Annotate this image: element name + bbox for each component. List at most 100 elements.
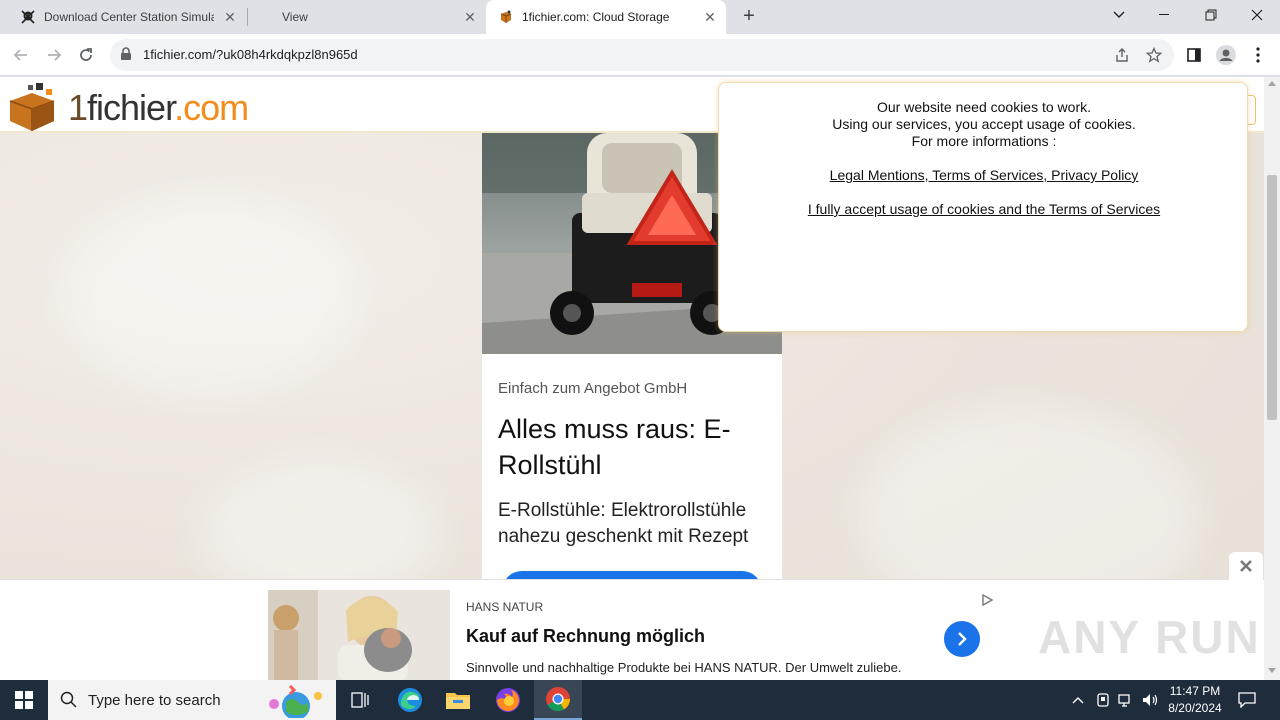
tray-app-button[interactable]: [1093, 690, 1113, 710]
clock-time: 11:47 PM: [1169, 684, 1221, 698]
close-icon[interactable]: ✕: [702, 9, 718, 25]
kebab-menu-icon: [1256, 47, 1260, 63]
chevron-up-icon: [1072, 697, 1084, 704]
search-placeholder: Type here to search: [88, 692, 221, 709]
close-icon: [1240, 560, 1252, 572]
accept-cookies-link[interactable]: I fully accept usage of cookies and the …: [808, 201, 1160, 217]
network-button[interactable]: [1116, 690, 1136, 710]
task-view-button[interactable]: [336, 680, 384, 720]
adchoices-icon: [982, 593, 994, 607]
minimize-button[interactable]: [1142, 0, 1188, 30]
back-button[interactable]: [8, 42, 34, 68]
cookie-text-line: Using our services, you accept usage of …: [832, 116, 1136, 132]
tab-search-button[interactable]: [1096, 0, 1142, 30]
taskbar-firefox[interactable]: [484, 680, 532, 720]
chevron-down-icon: [1113, 11, 1125, 18]
skull-crossbones-icon: [21, 10, 35, 24]
restore-icon: [1205, 9, 1217, 21]
windows-logo-icon: [15, 691, 33, 709]
taskbar-file-explorer[interactable]: [434, 680, 482, 720]
page-viewport: 1fichier.com Einfach zum Angebot GmbH Al…: [0, 77, 1264, 680]
notifications-button[interactable]: [1237, 690, 1257, 710]
ad-open-button[interactable]: [944, 621, 980, 657]
volume-button[interactable]: [1140, 690, 1160, 710]
adchoices-button[interactable]: [980, 593, 994, 612]
ad-description: Sinnvolle und nachhaltige Produkte bei H…: [466, 660, 902, 675]
forward-button[interactable]: [41, 42, 67, 68]
background-cloud: [60, 197, 360, 397]
side-panel-icon: [1187, 48, 1201, 62]
profile-button[interactable]: [1214, 43, 1238, 67]
browser-toolbar: 1fichier.com/?uk08h4rkdqkpzl8n965d: [0, 34, 1280, 76]
1fichier-favicon: [500, 10, 512, 23]
chrome-icon: [546, 687, 570, 712]
ad-headline[interactable]: Kauf auf Rechnung möglich: [466, 626, 705, 647]
reload-icon: [80, 48, 92, 61]
tab-title: Download Center Station Simula: [44, 10, 214, 24]
tab-1fichier[interactable]: 1fichier.com: Cloud Storage ✕: [486, 0, 726, 34]
tab-title: View: [282, 10, 308, 24]
edge-icon: [398, 688, 422, 712]
tab-title: 1fichier.com: Cloud Storage: [522, 10, 670, 24]
folder-icon: [446, 693, 470, 709]
minimize-icon: [1159, 14, 1169, 15]
scroll-up-arrow[interactable]: [1268, 81, 1276, 86]
bookmark-button[interactable]: [1145, 46, 1163, 64]
task-view-icon: [351, 692, 369, 708]
volume-icon: [1143, 694, 1158, 706]
address-bar[interactable]: 1fichier.com/?uk08h4rkdqkpzl8n965d: [110, 39, 1174, 71]
ad-advertiser: Einfach zum Angebot GmbH: [498, 380, 688, 397]
ad-advertiser: HANS NATUR: [466, 600, 544, 614]
chevron-right-icon: [958, 632, 967, 646]
arrow-left-icon: [13, 49, 27, 61]
side-panel-button[interactable]: [1182, 43, 1206, 67]
avatar-icon: [1216, 45, 1236, 65]
url-text: 1fichier.com/?uk08h4rkdqkpzl8n965d: [143, 47, 358, 62]
anyrun-watermark: ANY RUN: [1038, 611, 1261, 663]
taskbar-search-box[interactable]: Type here to search: [48, 680, 336, 720]
box-logo-icon: [9, 83, 55, 131]
tab-download-center[interactable]: Download Center Station Simula ✕: [8, 0, 246, 34]
ad-headline[interactable]: Alles muss raus: E-Rollstühl: [498, 411, 768, 483]
cookie-text-line: For more informations :: [911, 133, 1057, 149]
restore-button[interactable]: [1188, 0, 1234, 30]
firefox-icon: [496, 688, 520, 712]
ad-image-mother-baby[interactable]: [268, 590, 450, 680]
tab-strip: Download Center Station Simula ✕ View ✕ …: [0, 0, 1280, 34]
show-hidden-icons-button[interactable]: [1068, 690, 1088, 710]
close-window-button[interactable]: [1234, 0, 1280, 30]
search-icon: [60, 691, 77, 708]
ad-body-text: E-Rollstühle: Elektrorollstühle nahezu g…: [498, 500, 749, 547]
star-icon: [1146, 47, 1162, 63]
tab-view[interactable]: View ✕: [248, 0, 486, 34]
tray-app-icon: [1097, 693, 1109, 707]
bottom-anchor-ad[interactable]: HANS NATUR Kauf auf Rechnung möglich Sin…: [0, 552, 1264, 680]
legal-mentions-link[interactable]: Legal Mentions, Terms of Services, Priva…: [830, 167, 1139, 183]
new-tab-button[interactable]: +: [738, 6, 760, 28]
taskbar-edge[interactable]: [386, 680, 434, 720]
network-icon: [1118, 694, 1130, 707]
reload-button[interactable]: [73, 42, 99, 68]
start-button[interactable]: [0, 680, 48, 720]
scrollbar-thumb[interactable]: [1267, 175, 1277, 420]
site-logo[interactable]: 1fichier.com: [6, 79, 249, 133]
arrow-right-icon: [48, 49, 62, 61]
menu-button[interactable]: [1246, 43, 1270, 67]
share-icon: [1116, 48, 1128, 62]
windows-taskbar: Type here to search 11:47 PM 8/20/2024: [0, 680, 1280, 720]
share-button[interactable]: [1113, 46, 1131, 64]
clock-date: 8/20/2024: [1168, 701, 1222, 715]
lock-icon: [121, 47, 131, 60]
scroll-down-arrow[interactable]: [1268, 668, 1276, 673]
system-clock[interactable]: 11:47 PM 8/20/2024: [1160, 683, 1230, 717]
close-icon[interactable]: ✕: [462, 9, 478, 25]
close-icon: [1251, 9, 1263, 21]
taskbar-chrome[interactable]: [534, 680, 582, 720]
notification-icon: [1238, 692, 1256, 708]
close-icon[interactable]: ✕: [222, 9, 238, 25]
cookie-notice: Our website need cookies to work. Using …: [718, 82, 1248, 332]
search-highlight-globe-icon: [269, 684, 322, 718]
close-ad-button[interactable]: [1229, 552, 1263, 580]
page-scrollbar[interactable]: [1264, 77, 1280, 680]
logo-wordmark: 1fichier.com: [68, 87, 249, 128]
